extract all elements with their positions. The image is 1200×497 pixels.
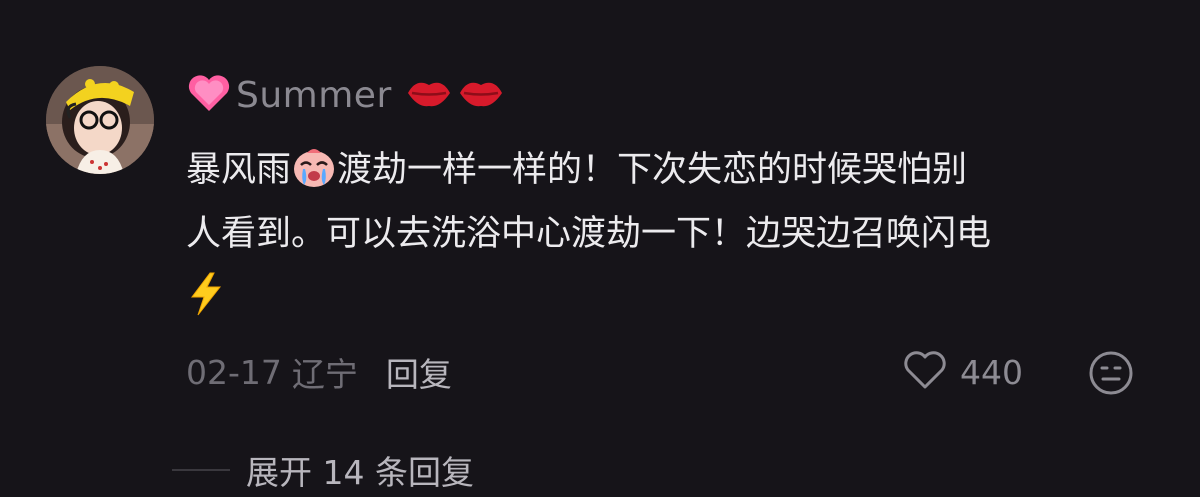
comment-line: 暴风雨 渡劫一样一样的！下次失恋的时候哭怕别 — [186, 138, 1166, 202]
pink-heart-icon — [186, 73, 236, 117]
crying-face-icon — [291, 149, 337, 190]
username[interactable]: Summer — [236, 75, 392, 116]
meh-face-icon — [1088, 351, 1134, 400]
comment-line: 人看到。可以去洗浴中心渡劫一下！边哭边召唤闪电 — [186, 214, 992, 254]
kiss-lips-icon — [452, 76, 504, 114]
comment-date: 02-17 — [186, 352, 282, 392]
avatar[interactable] — [46, 66, 154, 174]
divider — [172, 469, 230, 471]
expand-replies-button[interactable]: 展开 14 条回复 — [172, 446, 474, 494]
kiss-lips-icon — [392, 76, 452, 114]
username-row[interactable]: Summer — [186, 70, 504, 120]
like-button[interactable]: 440 — [902, 348, 1023, 396]
lightning-icon — [186, 272, 226, 318]
comment-meta: 02-17 辽宁 回复 — [186, 348, 452, 396]
comment-text-segment: 渡劫一样一样的！下次失恋的时候哭怕别 — [337, 150, 968, 190]
comment-text-segment: 暴风雨 — [186, 150, 292, 190]
expand-replies-label: 展开 14 条回复 — [246, 453, 474, 492]
reply-button[interactable]: 回复 — [386, 348, 452, 396]
comment-line — [186, 266, 1166, 330]
dislike-button[interactable] — [1088, 350, 1134, 396]
comment-text: 暴风雨 渡劫一样一样的！下次失恋的时候哭怕别 人看到。可以去洗浴中心渡劫一下！边… — [186, 138, 1166, 330]
comment-location: 辽宁 — [291, 355, 358, 394]
like-count: 440 — [960, 352, 1023, 392]
heart-outline-icon — [902, 349, 948, 395]
